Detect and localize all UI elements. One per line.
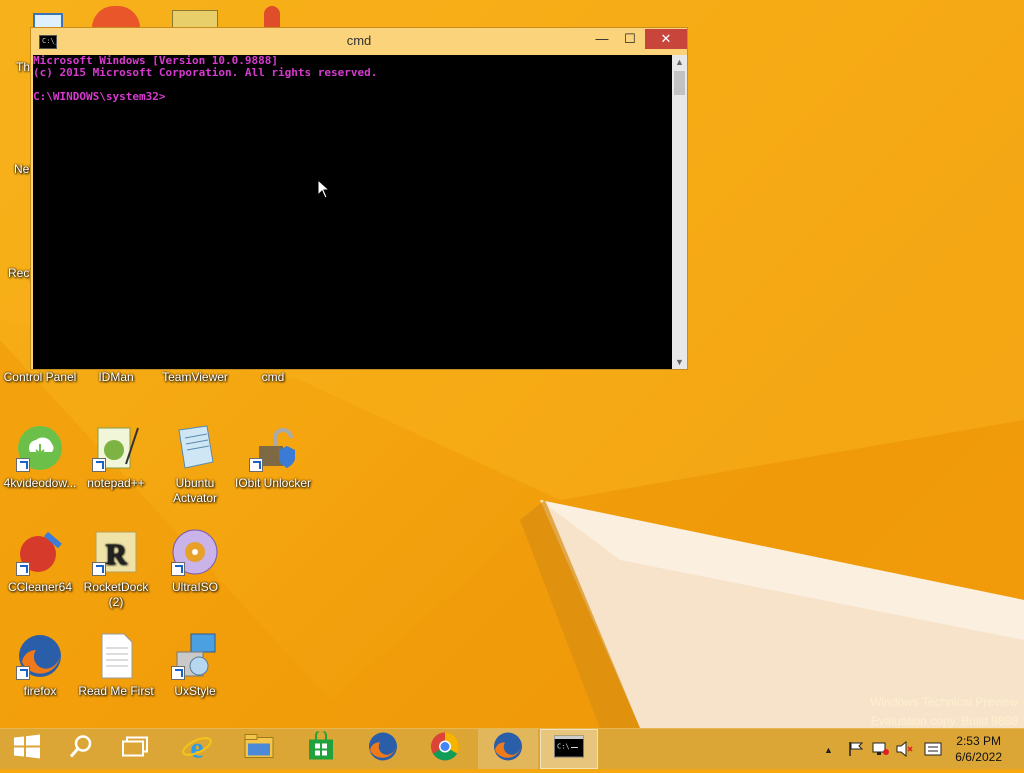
- rocketdock-icon: R: [92, 528, 140, 576]
- show-desktop-button[interactable]: [1010, 729, 1024, 769]
- desktop-icon-label: Ubuntu Actvator: [172, 476, 217, 505]
- installer-icon: [171, 632, 219, 680]
- start-icon: [13, 734, 41, 765]
- unlock-icon: [249, 424, 297, 472]
- volume-muted-icon[interactable]: [896, 729, 914, 769]
- desktop-icon-label: Read Me First: [78, 684, 154, 698]
- cmd-desktop-icon: [264, 6, 280, 28]
- chrome-icon: [429, 731, 461, 768]
- scroll-down-icon[interactable]: ▼: [672, 355, 687, 369]
- watermark-line: Windows Technical Preview: [870, 695, 1018, 709]
- desktop-icon-label: RocketDock (2): [83, 580, 149, 609]
- show-hidden-icons-button[interactable]: ▲: [824, 729, 838, 769]
- shortcut-arrow-icon: [171, 666, 185, 680]
- text-document-icon: [92, 632, 140, 680]
- console-prompt: C:\WINDOWS\system32>: [33, 90, 166, 103]
- search-icon: [69, 735, 93, 764]
- title-bar[interactable]: C:\_ cmd — ☐ ✕: [31, 28, 687, 54]
- ccleaner-icon: [16, 528, 64, 576]
- desktop-icon-ccleaner[interactable]: CCleaner64: [0, 528, 80, 595]
- taskbar-firefox-2[interactable]: [478, 729, 538, 769]
- disc-icon: [171, 528, 219, 576]
- scroll-thumb[interactable]: [674, 71, 685, 95]
- desktop-icon-ultraiso[interactable]: UltraISO: [155, 528, 235, 595]
- evaluation-watermark: Windows Technical Preview Evaluation cop…: [870, 693, 1018, 731]
- firefox-icon: [492, 731, 524, 768]
- internet-explorer-icon: e: [181, 731, 213, 768]
- minimize-button[interactable]: —: [589, 29, 615, 49]
- network-icon[interactable]: [872, 729, 890, 769]
- vertical-scrollbar[interactable]: ▲ ▼: [672, 55, 687, 369]
- firefox-icon: [16, 632, 64, 680]
- scroll-up-icon[interactable]: ▲: [672, 55, 687, 69]
- desktop-icon-notepadpp[interactable]: notepad++: [76, 424, 156, 491]
- close-icon: ✕: [660, 31, 672, 46]
- search-button[interactable]: [54, 729, 108, 769]
- desktop-icon-label: CCleaner64: [7, 580, 73, 594]
- desktop-icon-label: IDMan: [98, 370, 134, 384]
- cmd-window[interactable]: C:\_ cmd — ☐ ✕ Microsoft Windows [Versio…: [30, 27, 688, 370]
- desktop-icon-label: UxStyle: [174, 684, 216, 698]
- maximize-button[interactable]: ☐: [615, 29, 645, 49]
- shortcut-arrow-icon: [16, 666, 30, 680]
- shortcut-arrow-icon: [171, 562, 185, 576]
- file-explorer-icon: [244, 734, 274, 765]
- desktop-icon-label: firefox: [23, 684, 57, 698]
- clock-time: 2:53 PM: [956, 734, 1001, 748]
- taskbar-cmd[interactable]: C:\: [540, 729, 598, 769]
- firefox-icon: [367, 731, 399, 768]
- desktop-icon-firefox[interactable]: firefox: [0, 632, 80, 699]
- message-icon[interactable]: [924, 729, 942, 769]
- shortcut-arrow-icon: [16, 458, 30, 472]
- taskbar: e C:\ ▲ 2:53 PM 6/6/2022: [0, 728, 1024, 769]
- desktop-icon-readme[interactable]: Read Me First: [76, 632, 156, 699]
- desktop-icon-label: 4kvideodow...: [3, 476, 77, 490]
- desktop-icon-label: IObit Unlocker: [234, 476, 312, 490]
- task-view-icon: [122, 736, 148, 762]
- desktop-icon-ubuntu-activator[interactable]: Ubuntu Actvator: [155, 424, 235, 506]
- clock-date: 6/6/2022: [955, 750, 1002, 764]
- desktop-icon-rocketdock[interactable]: R RocketDock (2): [76, 528, 156, 610]
- taskbar-store[interactable]: [294, 729, 348, 769]
- console-output[interactable]: Microsoft Windows [Version 10.0.9888] (c…: [33, 55, 672, 369]
- svg-text:C:\: C:\: [557, 743, 570, 751]
- shortcut-arrow-icon: [92, 562, 106, 576]
- desktop-icon-label: UltraISO: [171, 580, 218, 594]
- taskbar-firefox[interactable]: [356, 729, 410, 769]
- mouse-pointer-icon: [317, 178, 331, 204]
- shortcut-arrow-icon: [92, 458, 106, 472]
- start-button[interactable]: [0, 729, 54, 769]
- taskbar-file-explorer[interactable]: [232, 729, 286, 769]
- desktop-icon-label: notepad++: [87, 476, 145, 490]
- notepad-icon: [171, 424, 219, 472]
- cmd-icon: C:\: [554, 735, 584, 763]
- notepad-plus-plus-icon: [92, 424, 140, 472]
- action-center-flag-icon[interactable]: [848, 729, 866, 769]
- close-button[interactable]: ✕: [645, 29, 687, 49]
- desktop-icon-iobit-unlocker[interactable]: IObit Unlocker: [233, 424, 313, 491]
- minimize-icon: —: [595, 31, 609, 46]
- shortcut-arrow-icon: [16, 562, 30, 576]
- shortcut-arrow-icon: [249, 458, 263, 472]
- task-view-button[interactable]: [108, 729, 162, 769]
- cloud-download-icon: [16, 424, 64, 472]
- svg-text:e: e: [190, 732, 203, 763]
- taskbar-chrome[interactable]: [418, 729, 472, 769]
- console-line: (c) 2015 Microsoft Corporation. All righ…: [33, 66, 378, 79]
- store-icon: [307, 729, 335, 767]
- desktop-icon-uxstyle[interactable]: UxStyle: [155, 632, 235, 699]
- svg-text:R: R: [105, 538, 127, 571]
- desktop-icon-4kvideodownloader[interactable]: 4kvideodow...: [0, 424, 80, 491]
- desktop-icon-label: TeamViewer: [162, 370, 228, 384]
- clock[interactable]: 2:53 PM 6/6/2022: [955, 733, 1002, 765]
- chevron-up-icon: ▲: [824, 745, 833, 755]
- taskbar-internet-explorer[interactable]: e: [170, 729, 224, 769]
- maximize-icon: ☐: [624, 31, 636, 46]
- desktop-icon-label: Control Panel: [3, 370, 77, 384]
- desktop-icon-label: cmd: [261, 370, 285, 384]
